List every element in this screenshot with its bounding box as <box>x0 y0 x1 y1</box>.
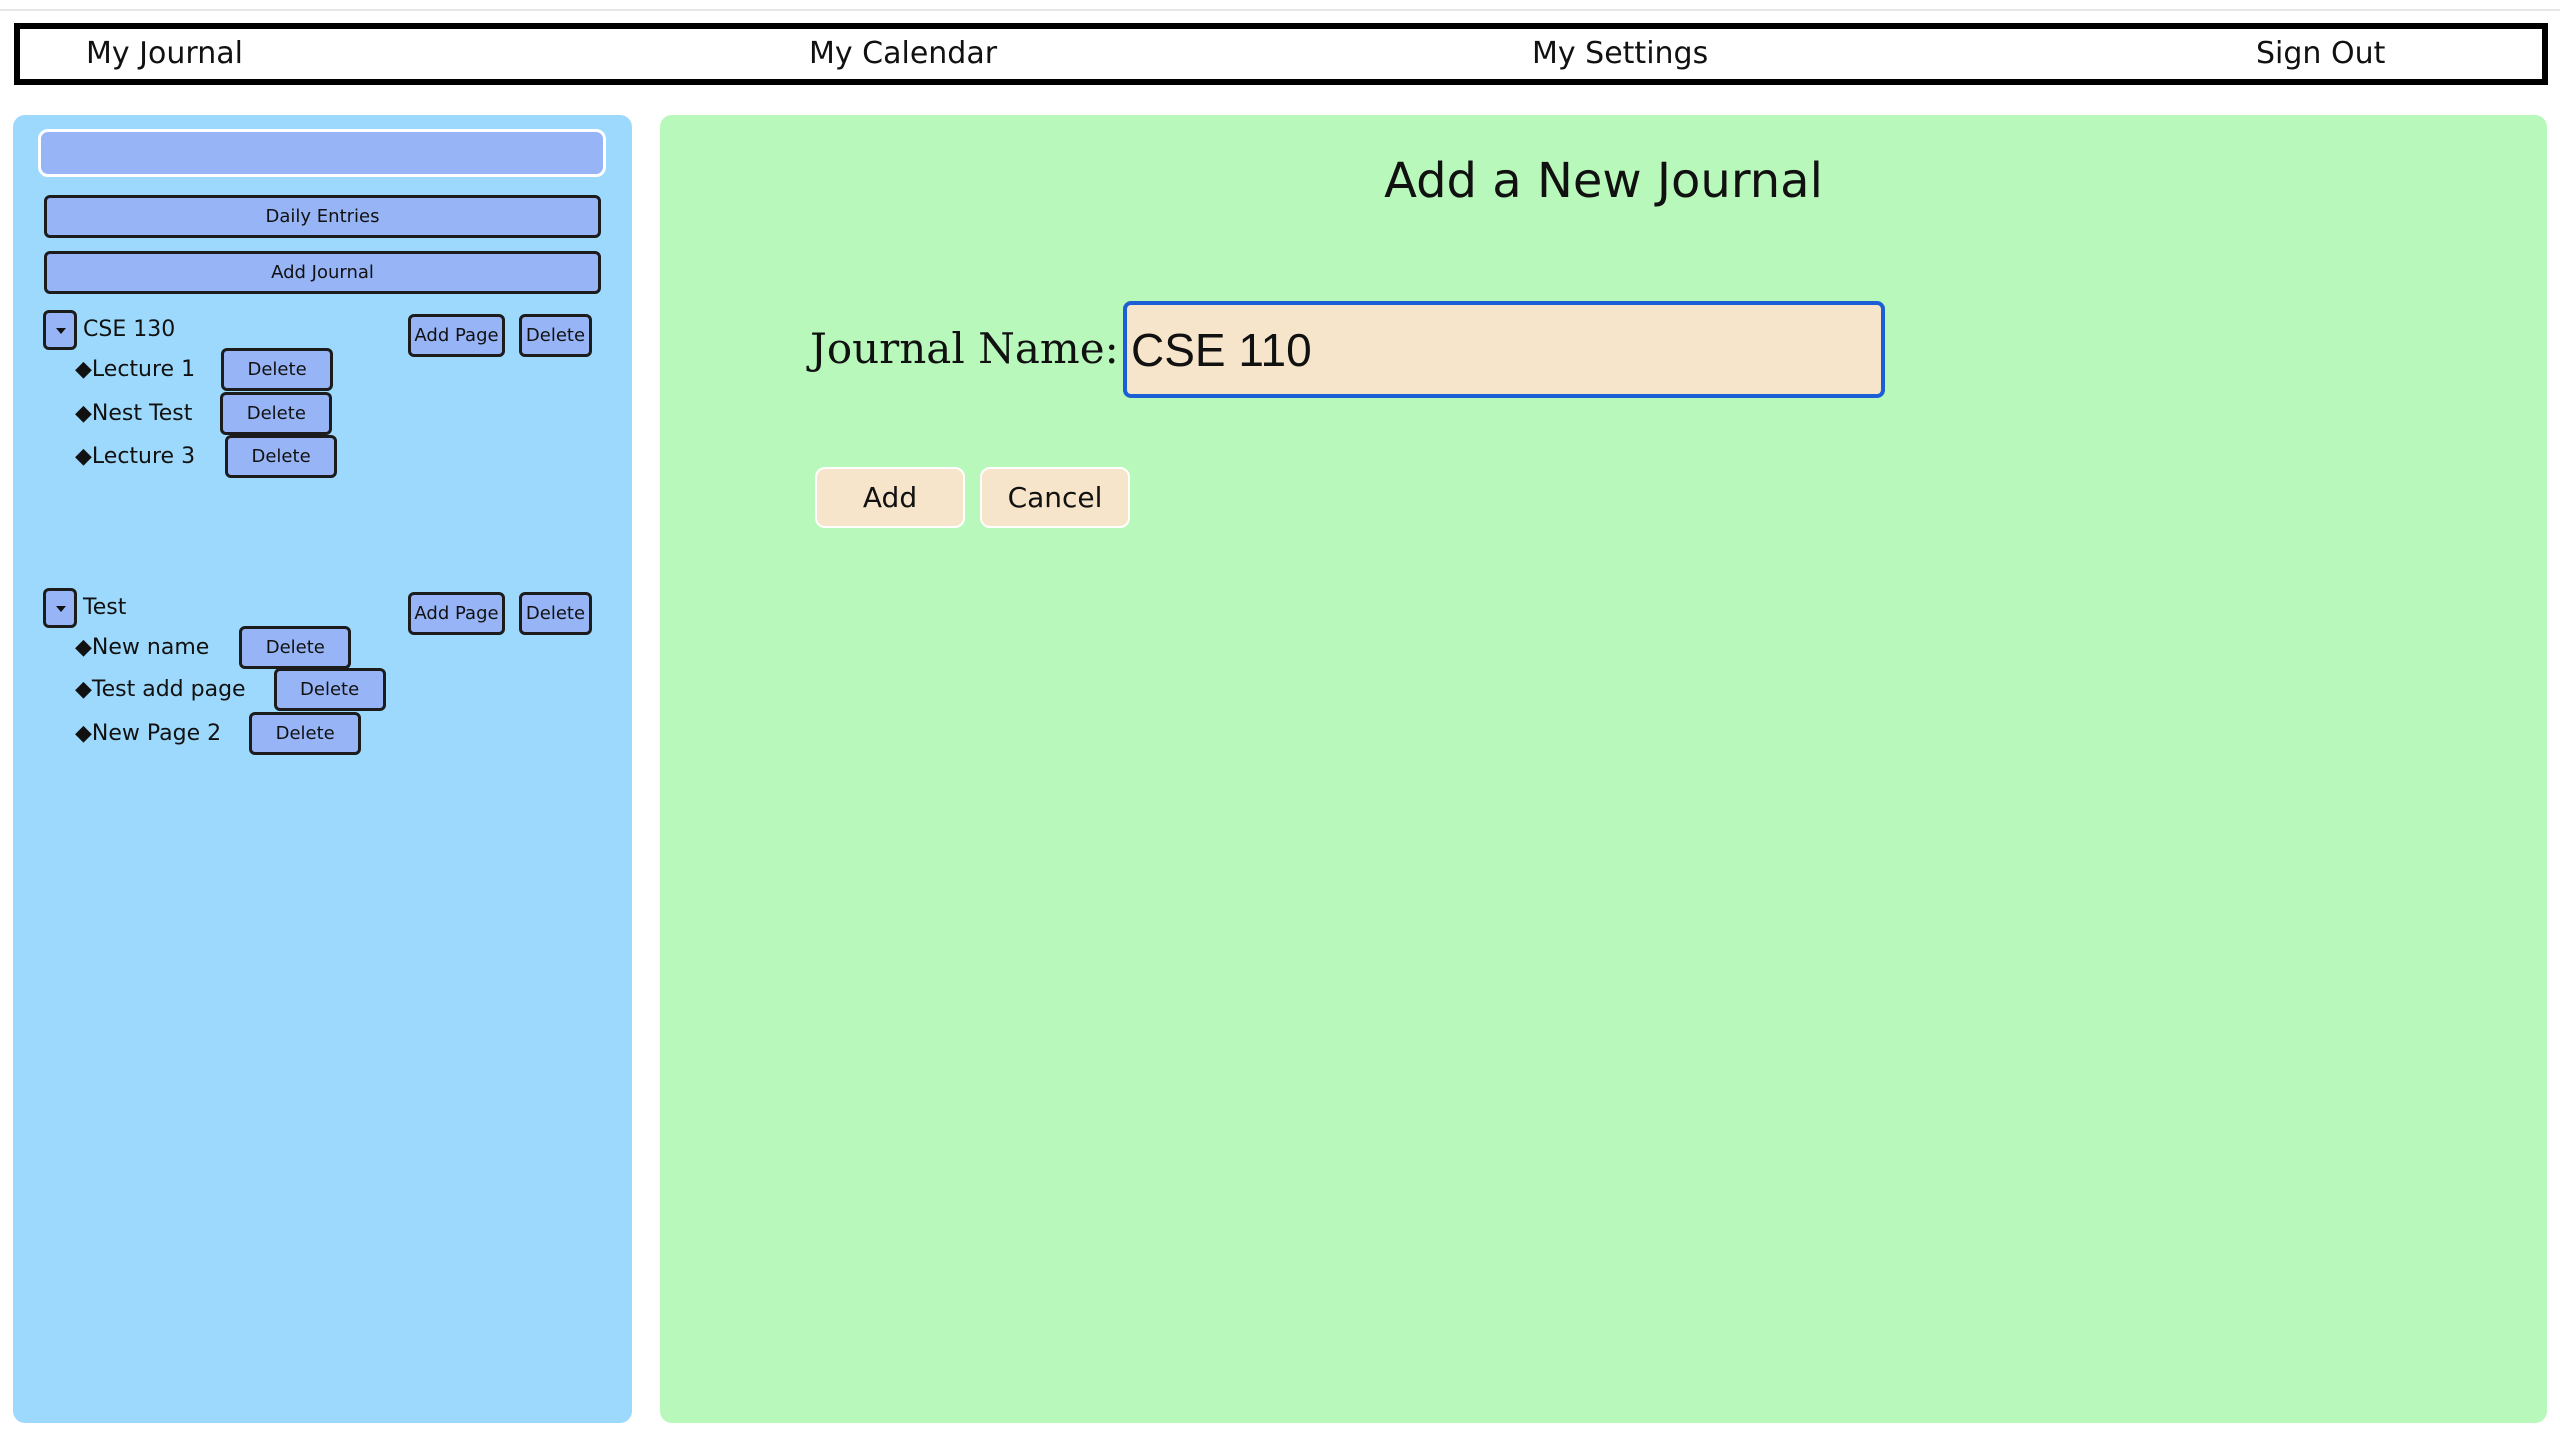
page-link[interactable]: ◆Lecture 1 <box>75 350 195 390</box>
page-link[interactable]: ◆New name <box>75 628 209 668</box>
list-item: ◆Lecture 1 Delete <box>75 348 334 391</box>
add-journal-button[interactable]: Add Journal <box>44 251 601 294</box>
journal-toggle-chevron-down-icon[interactable] <box>43 310 77 350</box>
nav-sign-out[interactable]: Sign Out <box>2256 29 2385 79</box>
main-panel: Add a New Journal Journal Name: Add Canc… <box>660 115 2547 1423</box>
delete-page-button[interactable]: Delete <box>220 392 333 435</box>
delete-page-button[interactable]: Delete <box>225 435 338 478</box>
delete-page-button[interactable]: Delete <box>239 626 352 669</box>
delete-page-button[interactable]: Delete <box>249 712 362 755</box>
sidebar-search-input[interactable] <box>38 129 606 177</box>
add-page-button[interactable]: Add Page <box>408 592 505 635</box>
page-link[interactable]: ◆Nest Test <box>75 394 192 434</box>
nav-my-settings[interactable]: My Settings <box>1532 29 1708 79</box>
add-page-button[interactable]: Add Page <box>408 314 505 357</box>
top-divider <box>0 9 2560 11</box>
top-nav-bar: My Journal My Calendar My Settings Sign … <box>14 23 2548 85</box>
list-item: ◆New Page 2 Delete <box>75 712 362 755</box>
delete-journal-button[interactable]: Delete <box>519 314 592 357</box>
list-item: ◆Test add page Delete <box>75 668 386 711</box>
sidebar: Daily Entries Add Journal CSE 130 Add Pa… <box>13 115 632 1423</box>
add-button[interactable]: Add <box>815 467 965 528</box>
cancel-button[interactable]: Cancel <box>980 467 1130 528</box>
list-item: ◆Lecture 3 Delete <box>75 435 338 478</box>
page-title: Add a New Journal <box>1384 153 1823 209</box>
daily-entries-button[interactable]: Daily Entries <box>44 195 601 238</box>
page-link[interactable]: ◆Lecture 3 <box>75 437 195 477</box>
journal-toggle-chevron-down-icon[interactable] <box>43 588 77 628</box>
journal-name-label: Journal Name: <box>810 324 1119 373</box>
list-item: ◆Nest Test Delete <box>75 392 333 435</box>
delete-page-button[interactable]: Delete <box>273 668 386 711</box>
nav-my-journal[interactable]: My Journal <box>86 29 243 79</box>
journal-name-input[interactable] <box>1123 301 1885 398</box>
list-item: ◆New name Delete <box>75 626 352 669</box>
page-link[interactable]: ◆New Page 2 <box>75 714 221 754</box>
delete-page-button[interactable]: Delete <box>221 348 334 391</box>
journal-title[interactable]: Test <box>83 588 126 628</box>
delete-journal-button[interactable]: Delete <box>519 592 592 635</box>
nav-my-calendar[interactable]: My Calendar <box>809 29 997 79</box>
page-link[interactable]: ◆Test add page <box>75 670 246 710</box>
journal-title[interactable]: CSE 130 <box>83 310 175 350</box>
